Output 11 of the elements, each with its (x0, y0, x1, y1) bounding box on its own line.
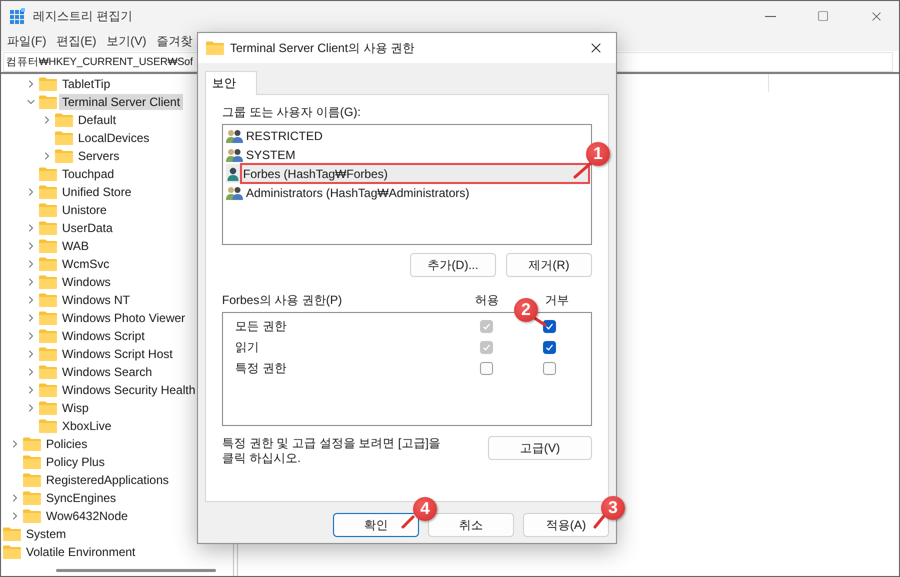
dialog-title: Terminal Server Client의 사용 권한 (230, 40, 416, 56)
permission-name: 읽기 (234, 339, 260, 356)
advanced-hint: 특정 권한 및 고급 설정을 보려면 [고급]을 클릭 하십시오. (222, 436, 442, 466)
permission-name: 모든 권한 (234, 318, 288, 335)
permissions-label: Forbes의 사용 권한(P) (222, 293, 344, 308)
step-badge: 3 (601, 496, 625, 520)
permission-name: 특정 권한 (234, 360, 288, 377)
window-title: 레지스트리 편집기 (33, 8, 134, 24)
column-header: 거부 (545, 293, 569, 308)
users-label: 그룹 또는 사용자 이름(G): (222, 105, 362, 120)
column-header: 허용 (475, 293, 499, 308)
